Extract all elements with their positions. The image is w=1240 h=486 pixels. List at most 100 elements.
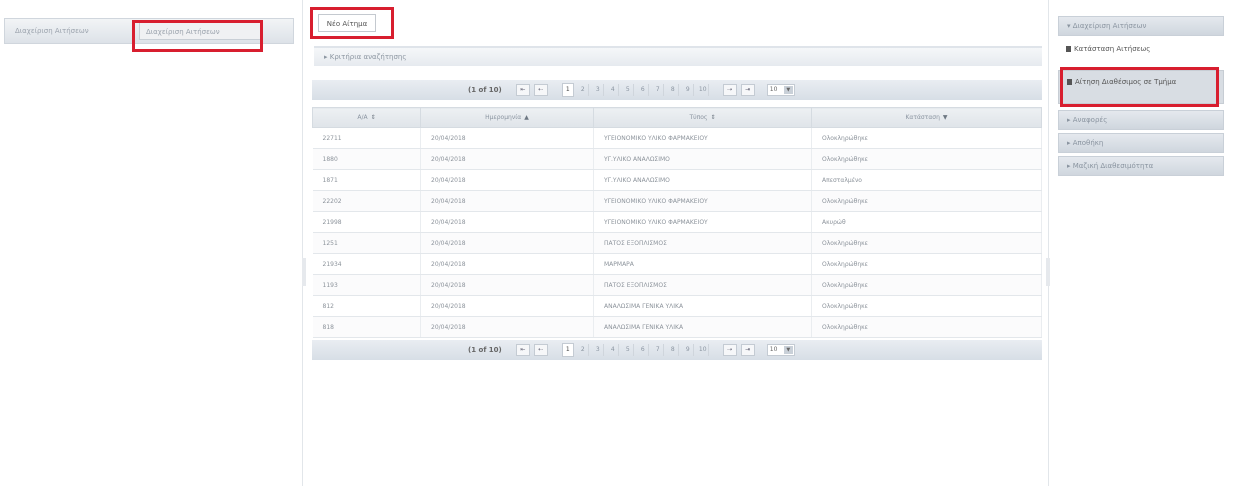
cell-type: ΑΝΑΛΩΣΙΜΑ ΓΕΝΙΚΑ ΥΛΙΚΑ bbox=[593, 295, 812, 317]
left-resize-handle[interactable] bbox=[302, 258, 306, 286]
page-number[interactable]: 7 bbox=[653, 344, 664, 356]
column-header-label: Ημερομηνία bbox=[485, 114, 522, 121]
cell-type: ΥΓΕΙΟΝΟΜΙΚΟ ΥΛΙΚΟ ΦΑΡΜΑΚΕΙΟΥ bbox=[593, 211, 812, 233]
prev-page-button[interactable]: ⇠ bbox=[533, 84, 548, 96]
last-page-button[interactable]: ⇥ bbox=[740, 344, 755, 356]
page-number[interactable]: 8 bbox=[668, 344, 679, 356]
document-icon bbox=[1067, 79, 1072, 85]
cell-id: 1251 bbox=[312, 232, 421, 254]
accordion-header-requests[interactable]: ▾ Διαχείριση Αιτήσεων bbox=[1058, 16, 1224, 36]
chevron-down-icon: ▼ bbox=[783, 346, 793, 354]
cell-id: 22202 bbox=[312, 190, 421, 212]
table-row[interactable]: 1880 20/04/2018 ΥΓ.ΥΛΙΚΟ ΑΝΑΛΩΣΙΜΟ Ολοκληρώ… bbox=[312, 148, 1042, 170]
page-number[interactable]: 6 bbox=[638, 344, 649, 356]
cell-date: 20/04/2018 bbox=[420, 274, 594, 296]
tab-manage-requests-active[interactable]: Διαχείριση Αιτήσεων bbox=[139, 22, 263, 40]
cell-status: Απεσταλμένο bbox=[811, 169, 1042, 191]
pager-count: (1 of 10) bbox=[468, 346, 502, 354]
column-header-date[interactable]: Ημερομηνία ▲ bbox=[420, 107, 594, 128]
search-criteria-label: Κριτήρια αναζήτησης bbox=[329, 53, 407, 61]
next-page-button[interactable]: ⇢ bbox=[722, 84, 737, 96]
page-number[interactable]: 8 bbox=[668, 84, 679, 96]
page-number[interactable]: 10 bbox=[698, 84, 709, 96]
center-pane: Νέο Αίτημα ▸ Κριτήρια αναζήτησης (1 of 1… bbox=[302, 0, 1046, 486]
pager-top: (1 of 10) ⇤ ⇠ 1 2 3 4 5 6 7 8 9 10 ⇢ ⇥ 1… bbox=[312, 80, 1042, 100]
pager-count: (1 of 10) bbox=[468, 86, 502, 94]
menu-item-request-availability[interactable]: Αίτηση Διαθέσιμος σε Τμήμα bbox=[1058, 70, 1224, 104]
page-number[interactable]: 2 bbox=[578, 84, 589, 96]
table-row[interactable]: 818 20/04/2018 ΑΝΑΛΩΣΙΜΑ ΓΕΝΙΚΑ ΥΛΙΚΑ Ολοκλ… bbox=[312, 316, 1042, 338]
pane-divider-right[interactable] bbox=[1048, 0, 1049, 486]
pane-divider-left[interactable] bbox=[302, 0, 303, 486]
page-number[interactable]: 3 bbox=[593, 84, 604, 96]
cell-id: 818 bbox=[312, 316, 421, 338]
column-header-status[interactable]: Κατάσταση ▼ bbox=[811, 107, 1042, 128]
prev-page-button[interactable]: ⇠ bbox=[533, 344, 548, 356]
column-header-label: Τύπος bbox=[689, 114, 708, 121]
column-header-id[interactable]: Α/Α ⇕ bbox=[312, 107, 421, 128]
table-header-row: Α/Α ⇕ Ημερομηνία ▲ Τύπος ⇕ Κατάσταση ▼ bbox=[312, 107, 1042, 128]
table-row[interactable]: 1193 20/04/2018 ΠΑΤΟΣ ΕΞΟΠΛΙΣΜΟΣ Ολοκληρώθη… bbox=[312, 274, 1042, 296]
right-resize-handle[interactable] bbox=[1046, 258, 1050, 286]
page-number[interactable]: 1 bbox=[561, 343, 574, 357]
page-number[interactable]: 6 bbox=[638, 84, 649, 96]
table-row[interactable]: 22202 20/04/2018 ΥΓΕΙΟΝΟΜΙΚΟ ΥΛΙΚΟ ΦΑΡΜΑΚΕ… bbox=[312, 190, 1042, 212]
menu-item-request-status[interactable]: Κατάσταση Αιτήσεως bbox=[1058, 44, 1224, 58]
cell-id: 21998 bbox=[312, 211, 421, 233]
cell-type: ΑΝΑΛΩΣΙΜΑ ΓΕΝΙΚΑ ΥΛΙΚΑ bbox=[593, 316, 812, 338]
cell-status: Ολοκληρώθηκε bbox=[811, 316, 1042, 338]
page-number[interactable]: 5 bbox=[623, 84, 634, 96]
mode-tabstrip: Διαχείριση Αιτήσεων Διαχείριση Αιτήσεων bbox=[4, 18, 294, 44]
table-row[interactable]: 812 20/04/2018 ΑΝΑΛΩΣΙΜΑ ΓΕΝΙΚΑ ΥΛΙΚΑ Ολοκλ… bbox=[312, 295, 1042, 317]
sort-icon: ⇕ bbox=[370, 114, 376, 121]
cell-date: 20/04/2018 bbox=[420, 127, 594, 149]
table-row[interactable]: 1251 20/04/2018 ΠΑΤΟΣ ΕΞΟΠΛΙΣΜΟΣ Ολοκληρώθη… bbox=[312, 232, 1042, 254]
page-number[interactable]: 10 bbox=[698, 344, 709, 356]
cell-id: 812 bbox=[312, 295, 421, 317]
menu-item-label: Αίτηση Διαθέσιμος σε Τμήμα bbox=[1075, 78, 1177, 86]
page-number[interactable]: 5 bbox=[623, 344, 634, 356]
pager-bottom: (1 of 10) ⇤ ⇠ 1 2 3 4 5 6 7 8 9 10 ⇢ ⇥ 1… bbox=[312, 340, 1042, 360]
first-page-button[interactable]: ⇤ bbox=[515, 344, 530, 356]
page-number[interactable]: 4 bbox=[608, 84, 619, 96]
page-number[interactable]: 9 bbox=[683, 344, 694, 356]
page-size-select[interactable]: 10 ▼ bbox=[766, 344, 795, 356]
cell-status: Ολοκληρώθηκε bbox=[811, 127, 1042, 149]
page-number[interactable]: 1 bbox=[561, 83, 574, 97]
sort-icon: ▲ bbox=[524, 114, 529, 121]
cell-status: Ολοκληρώθηκε bbox=[811, 295, 1042, 317]
cell-status: Ολοκληρώθηκε bbox=[811, 190, 1042, 212]
table-row[interactable]: 21998 20/04/2018 ΥΓΕΙΟΝΟΜΙΚΟ ΥΛΙΚΟ ΦΑΡΜΑΚΕ… bbox=[312, 211, 1042, 233]
cell-date: 20/04/2018 bbox=[420, 316, 594, 338]
accordion-header-reports[interactable]: ▸ Αναφορές bbox=[1058, 110, 1224, 130]
sort-icon: ⇕ bbox=[710, 114, 716, 121]
first-page-button[interactable]: ⇤ bbox=[515, 84, 530, 96]
cell-status: Ολοκληρώθηκε bbox=[811, 253, 1042, 275]
cell-id: 22711 bbox=[312, 127, 421, 149]
cell-status: Ακυρώθ bbox=[811, 211, 1042, 233]
right-pane: ▾ Διαχείριση Αιτήσεων Κατάσταση Αιτήσεως… bbox=[1052, 0, 1240, 486]
last-page-button[interactable]: ⇥ bbox=[740, 84, 755, 96]
tab-manage-requests[interactable]: Διαχείριση Αιτήσεων bbox=[9, 22, 131, 40]
cell-date: 20/04/2018 bbox=[420, 295, 594, 317]
cell-type: ΠΑΤΟΣ ΕΞΟΠΛΙΣΜΟΣ bbox=[593, 274, 812, 296]
cell-id: 21934 bbox=[312, 253, 421, 275]
table-row[interactable]: 22711 20/04/2018 ΥΓΕΙΟΝΟΜΙΚΟ ΥΛΙΚΟ ΦΑΡΜΑΚΕ… bbox=[312, 127, 1042, 149]
page-number[interactable]: 2 bbox=[578, 344, 589, 356]
search-criteria-toggle[interactable]: ▸ Κριτήρια αναζήτησης bbox=[314, 46, 1042, 66]
table-row[interactable]: 1871 20/04/2018 ΥΓ.ΥΛΙΚΟ ΑΝΑΛΩΣΙΜΟ Απεσταλμ… bbox=[312, 169, 1042, 191]
next-page-button[interactable]: ⇢ bbox=[722, 344, 737, 356]
new-request-button[interactable]: Νέο Αίτημα bbox=[318, 14, 376, 32]
page-number[interactable]: 9 bbox=[683, 84, 694, 96]
cell-type: ΥΓΕΙΟΝΟΜΙΚΟ ΥΛΙΚΟ ΦΑΡΜΑΚΕΙΟΥ bbox=[593, 190, 812, 212]
accordion-header-bulk-availability[interactable]: ▸ Μαζική Διαθεσιμότητα bbox=[1058, 156, 1224, 176]
page-number[interactable]: 7 bbox=[653, 84, 664, 96]
table-row[interactable]: 21934 20/04/2018 ΜΑΡΜΑΡΑ Ολοκληρώθηκε bbox=[312, 253, 1042, 275]
page-number[interactable]: 4 bbox=[608, 344, 619, 356]
column-header-type[interactable]: Τύπος ⇕ bbox=[593, 107, 812, 128]
cell-date: 20/04/2018 bbox=[420, 169, 594, 191]
page-size-select[interactable]: 10 ▼ bbox=[766, 84, 795, 96]
page-number[interactable]: 3 bbox=[593, 344, 604, 356]
accordion-header-label: Μαζική Διαθεσιμότητα bbox=[1072, 162, 1154, 170]
accordion-header-warehouse[interactable]: ▸ Αποθήκη bbox=[1058, 133, 1224, 153]
